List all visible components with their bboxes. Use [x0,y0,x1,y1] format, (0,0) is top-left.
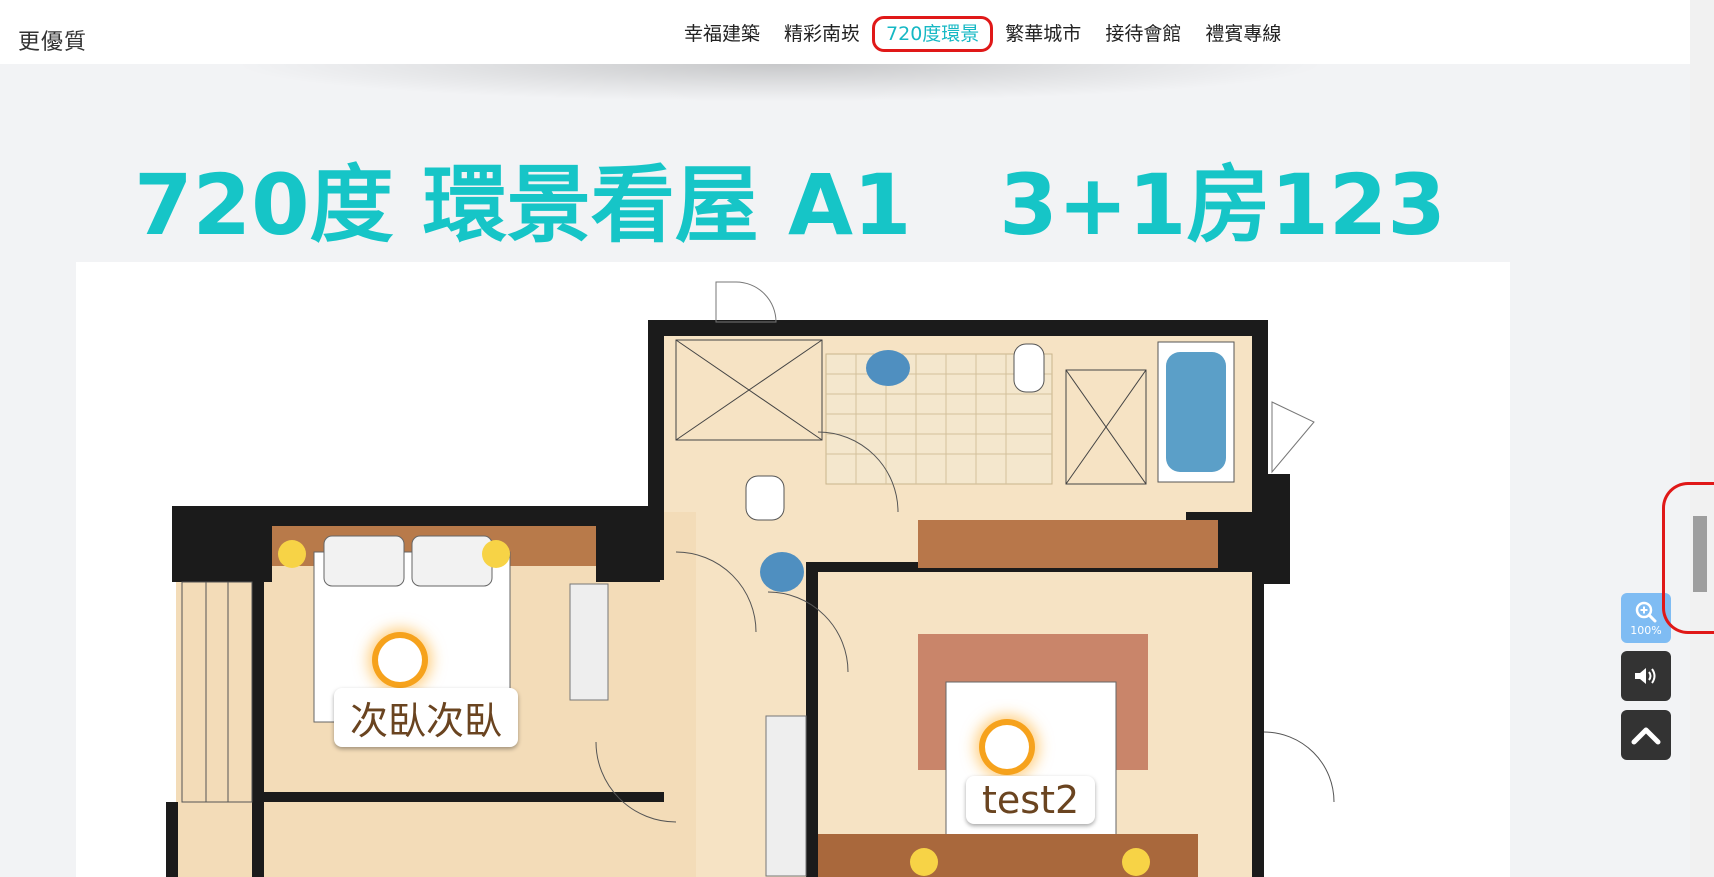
nav-item-hotline[interactable]: 禮賓專線 [1193,16,1293,52]
main-nav: 幸福建築 精彩南崁 720度環景 繁華城市 接待會館 禮賓專線 [672,16,1293,52]
floor-plan-viewer[interactable]: 次臥次臥 test2 [76,262,1510,877]
hotspot-marker-1[interactable] [378,638,422,682]
hotspot-label-1[interactable]: 次臥次臥 [334,688,519,747]
nav-item-nankan[interactable]: 精彩南崁 [772,16,872,52]
nav-item-city[interactable]: 繁華城市 [993,16,1093,52]
banner-shadow [230,64,1330,102]
site-header: 更優質 幸福建築 精彩南崁 720度環景 繁華城市 接待會館 禮賓專線 [0,0,1690,64]
floor-plan-image [166,281,1335,877]
scrollbar-track[interactable] [1690,0,1714,877]
hotspot-label-2[interactable]: test2 [966,776,1096,824]
scrollbar-highlight-annotation [1662,482,1714,634]
hotspot-marker-2[interactable] [985,725,1029,769]
page-title: 720度 環景看屋 A1 3+1房123 [134,156,1446,254]
speaker-icon [1635,668,1656,684]
brand-text[interactable]: 更優質 [18,24,87,56]
nav-item-happiness-building[interactable]: 幸福建築 [672,16,772,52]
chevron-up-icon [1631,727,1661,745]
sound-toggle-button[interactable] [1621,651,1671,701]
nav-item-720-view[interactable]: 720度環景 [872,16,994,52]
back-to-top-button[interactable] [1621,710,1671,760]
magnifier-plus-icon [1635,601,1657,622]
nav-item-reception[interactable]: 接待會館 [1093,16,1193,52]
zoom-level-text: 100% [1630,623,1662,637]
